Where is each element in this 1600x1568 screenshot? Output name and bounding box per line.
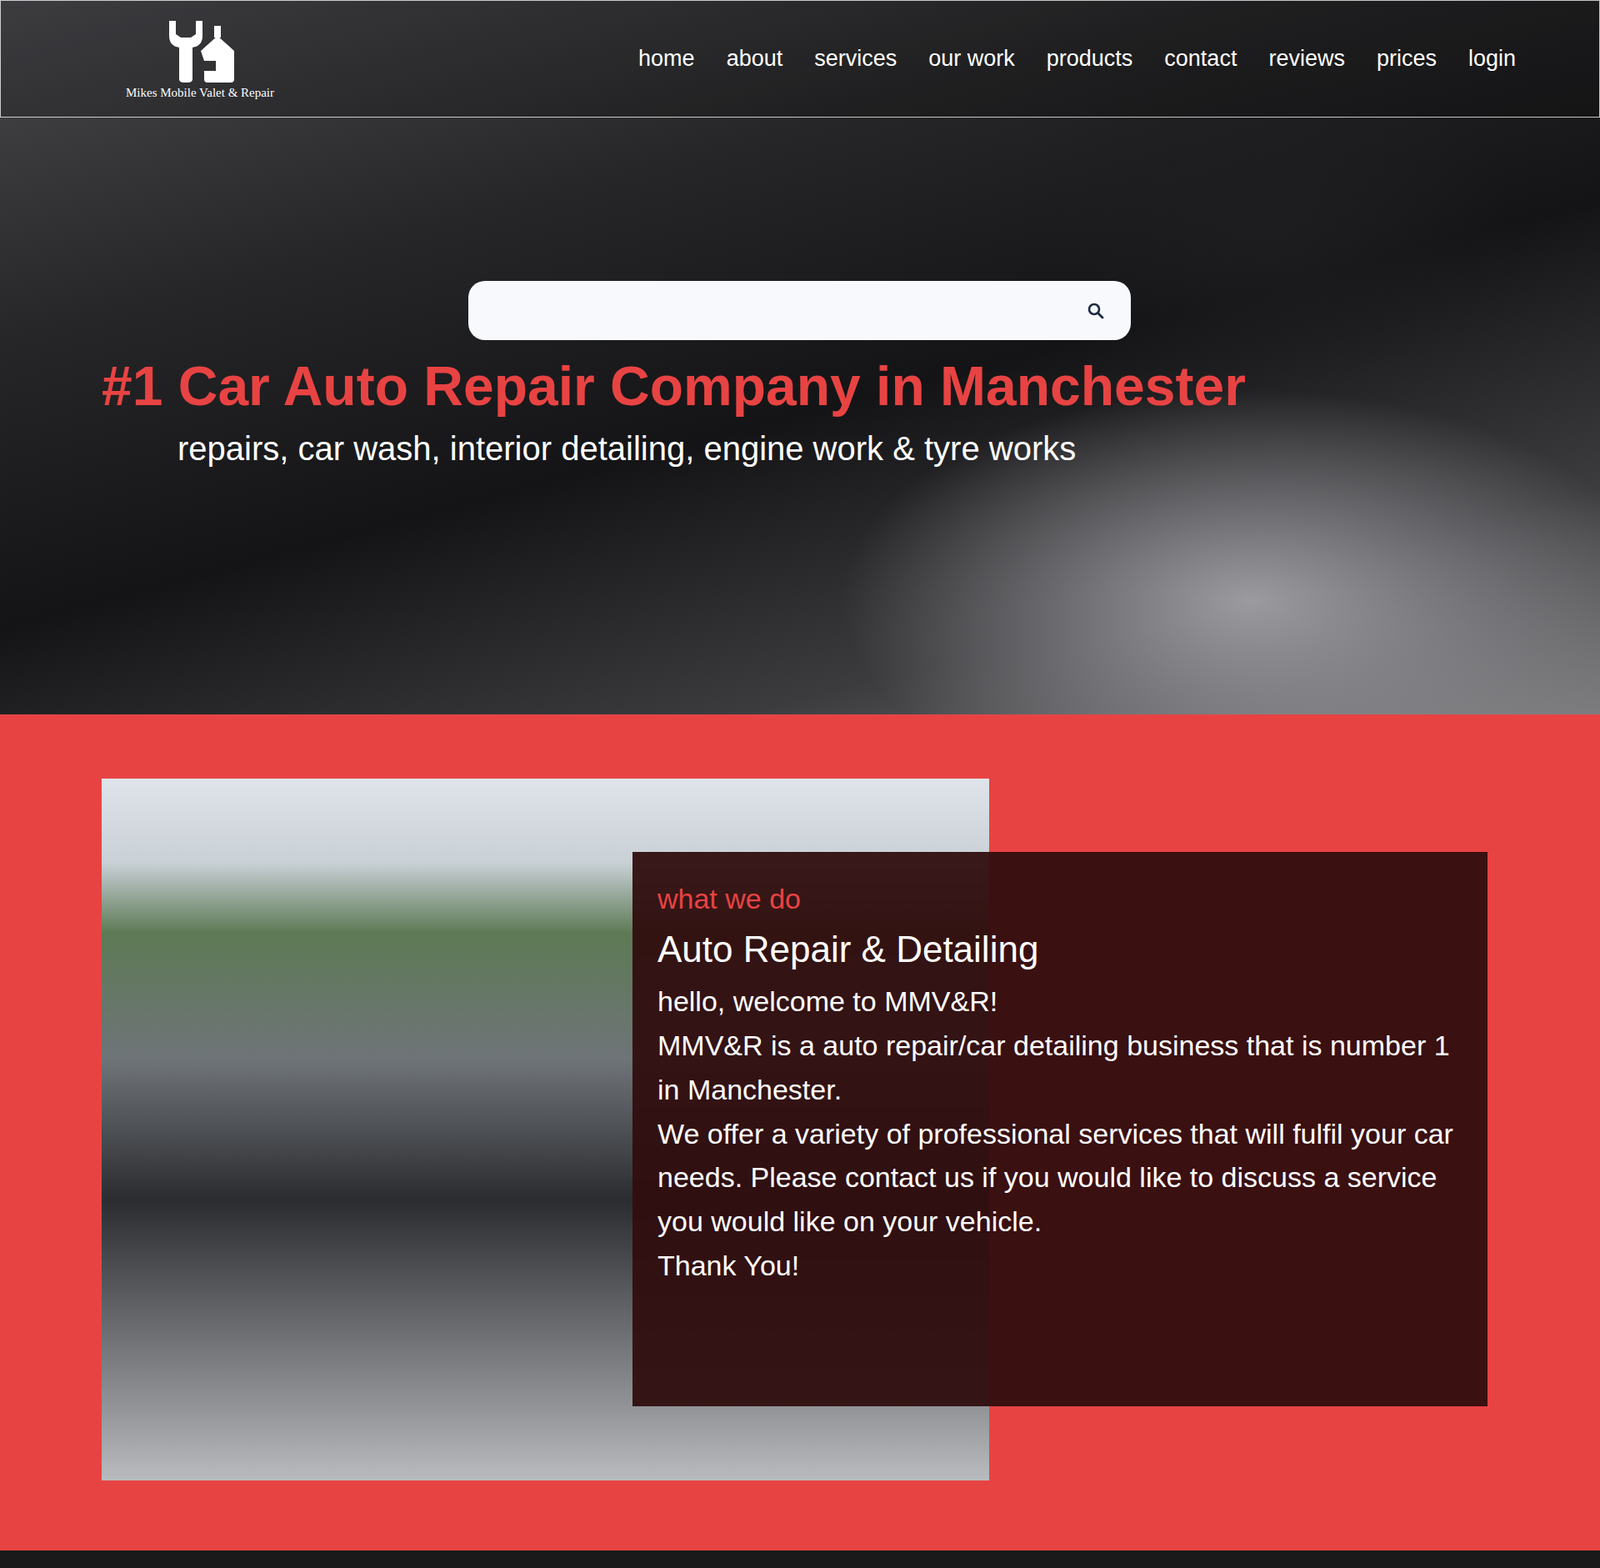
nav-link[interactable]: our work bbox=[928, 45, 1015, 72]
nav-link[interactable]: services bbox=[814, 45, 897, 72]
nav-link[interactable]: about bbox=[726, 45, 784, 72]
search-input[interactable] bbox=[488, 299, 1086, 323]
logo-icon bbox=[162, 17, 238, 85]
nav-link[interactable]: contact bbox=[1164, 45, 1237, 72]
eyebrow: what we do bbox=[657, 876, 1463, 921]
hero-section: Mikes Mobile Valet & Repair home about serv… bbox=[0, 0, 1600, 715]
logo-text: Mikes Mobile Valet & Repair bbox=[125, 85, 275, 100]
about-section: what we do Auto Repair & Detailing hello, … bbox=[0, 714, 1600, 1550]
nav-link[interactable]: home bbox=[638, 45, 695, 72]
footer-bar bbox=[0, 1550, 1600, 1568]
about-paragraph: hello, welcome to MMV&R! bbox=[657, 979, 1463, 1024]
about-paragraph: We offer a variety of professional servi… bbox=[657, 1111, 1463, 1244]
about-heading: Auto Repair & Detailing bbox=[657, 927, 1463, 972]
search-bar[interactable] bbox=[468, 280, 1131, 340]
hero-title: #1 Car Auto Repair Company in Manchester bbox=[101, 355, 1600, 419]
nav-link[interactable]: products bbox=[1046, 45, 1134, 72]
hero-subtitle: repairs, car wash, interior detailing, e… bbox=[177, 428, 1600, 469]
main-nav: home about services our work products contact… bbox=[638, 45, 1516, 72]
about-paragraph: MMV&R is a auto repair/car detailing bus… bbox=[657, 1023, 1463, 1111]
logo[interactable]: Mikes Mobile Valet & Repair bbox=[125, 17, 275, 100]
search-icon[interactable] bbox=[1085, 300, 1106, 321]
site-header: Mikes Mobile Valet & Repair home about serv… bbox=[0, 0, 1600, 118]
nav-link[interactable]: prices bbox=[1376, 45, 1437, 72]
hero-content: #1 Car Auto Repair Company in Manchester… bbox=[0, 117, 1600, 715]
nav-link[interactable]: reviews bbox=[1268, 45, 1345, 72]
about-panel: what we do Auto Repair & Detailing hello, … bbox=[632, 851, 1488, 1406]
nav-link[interactable]: login bbox=[1468, 45, 1516, 72]
about-paragraph: Thank You! bbox=[657, 1243, 1463, 1288]
